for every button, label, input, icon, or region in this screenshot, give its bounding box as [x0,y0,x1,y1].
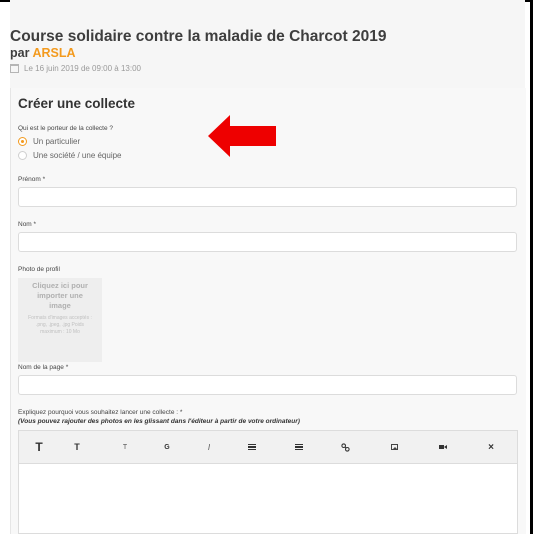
link-button[interactable] [335,431,355,463]
remove-format-button[interactable]: × [481,431,501,463]
page-name-input[interactable] [18,375,517,395]
explain-label: Expliquez pourquoi vous souhaitez lancer… [18,409,183,416]
editor-toolbar: T T T G I × [19,431,517,464]
firstname-label: Prénom * [18,176,46,183]
image-icon [390,444,398,450]
form-title: Créer une collecte [18,96,136,111]
organizer-link[interactable]: ARSLA [32,46,75,60]
event-byline: par ARSLA [10,46,76,60]
firstname-input[interactable] [18,187,517,207]
radio-button-checked[interactable] [18,137,27,146]
image-button[interactable] [384,431,404,463]
photo-label: Photo de profil [18,266,60,273]
radio-particulier[interactable]: Un particulier [18,137,80,146]
rich-text-editor[interactable]: T T T G I × [18,430,518,534]
ordered-list-icon [248,443,256,451]
video-icon [439,445,447,449]
heading1-button[interactable]: T [29,431,49,463]
heading3-button[interactable]: T [115,431,135,463]
by-prefix: par [10,46,30,60]
radio-label: Une société / une équipe [33,151,122,160]
lastname-input[interactable] [18,232,517,252]
lastname-label: Nom * [18,221,37,228]
unordered-list-icon [295,443,303,451]
event-date-text: Le 16 juin 2019 de 09:00 à 13:00 [24,64,141,73]
event-title: Course solidaire contre la maladie de Ch… [10,28,387,45]
photo-upload-dropzone[interactable]: Cliquez ici pour importer une image Form… [18,278,102,362]
upload-cta[interactable]: Cliquez ici pour importer une image [28,281,92,311]
link-icon [340,442,350,452]
radio-label: Un particulier [33,137,81,146]
page-name-label: Nom de la page * [18,364,69,371]
italic-button[interactable]: I [199,431,219,463]
bold-button[interactable]: G [157,431,177,463]
radio-button[interactable] [18,151,27,160]
unordered-list-button[interactable] [289,431,309,463]
upload-help: Formats d'images acceptés : .png, .jpeg,… [28,315,92,335]
calendar-icon [10,64,19,73]
red-arrow-annotation [208,115,276,157]
event-date: Le 16 juin 2019 de 09:00 à 13:00 [10,64,141,73]
arrow-shape [208,115,276,157]
ordered-list-button[interactable] [242,431,262,463]
radio-societe[interactable]: Une société / une équipe [18,151,122,160]
carrier-question: Qui est le porteur de la collecte ? [18,125,114,132]
video-button[interactable] [433,431,453,463]
heading2-button[interactable]: T [67,431,87,463]
explain-hint: (Vous pouvez rajouter des photos en les … [18,418,300,425]
close-icon: × [488,441,494,453]
